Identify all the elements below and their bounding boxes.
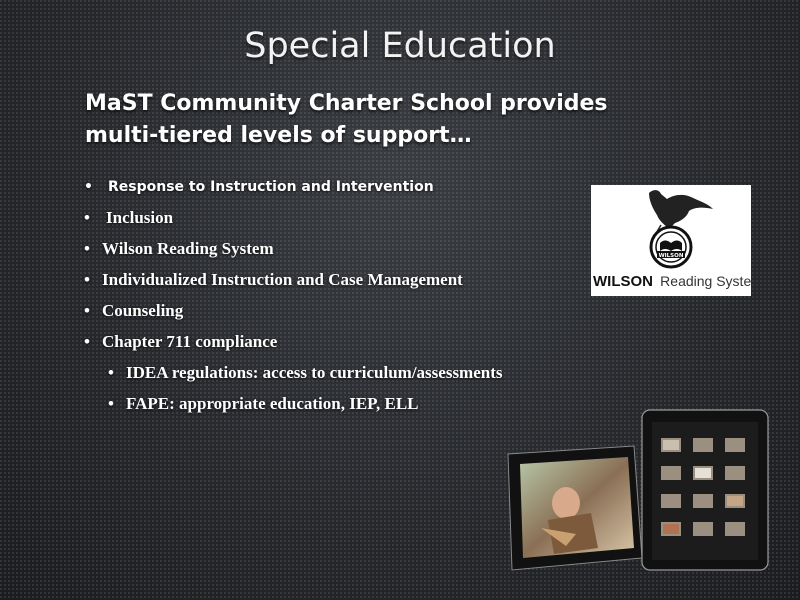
bullet-item: • Individualized Instruction and Case Ma… [84, 269, 503, 300]
logo-suffix: Reading System [660, 273, 751, 289]
slide-title: Special Education [244, 26, 556, 66]
bullet-text: Response to Instruction and Intervention [108, 179, 434, 195]
bullet-text: Chapter 711 compliance [102, 332, 278, 351]
bullet-dot: • [108, 394, 114, 413]
wilson-logo: WILSON WILSON Reading System ® [591, 185, 751, 296]
bullet-list: • Response to Instruction and Interventi… [84, 176, 503, 424]
bullet-dot: • [84, 179, 93, 195]
bullet-text: Individualized Instruction and Case Mana… [102, 270, 463, 289]
logo-brand: WILSON [593, 273, 653, 290]
wilson-logo-graphic: WILSON WILSON Reading System ® [593, 190, 751, 290]
bullet-item: • Inclusion [84, 207, 503, 238]
bullet-dot: • [84, 239, 90, 258]
bullet-text: IDEA regulations: access to curriculum/a… [126, 363, 503, 382]
bullet-dot: • [84, 208, 90, 227]
bullet-text: Counseling [102, 301, 184, 320]
bullet-dot: • [84, 270, 90, 289]
bullet-dot: • [84, 332, 90, 351]
badge-text: WILSON [659, 253, 684, 259]
subtitle-line-1: MaST Community Charter School provides [85, 91, 608, 116]
bullet-text: FAPE: appropriate education, IEP, ELL [126, 394, 419, 413]
logo-wordmark: WILSON Reading System ® [593, 273, 751, 290]
ipad-devices-image [506, 408, 774, 578]
book-badge-icon: WILSON [649, 225, 693, 269]
sub-bullet-item: • IDEA regulations: access to curriculum… [84, 362, 503, 393]
bullet-item: • Response to Instruction and Interventi… [84, 176, 503, 207]
bullet-dot: • [84, 301, 90, 320]
bullet-text: Inclusion [106, 208, 174, 227]
bullet-item: • Counseling [84, 300, 503, 331]
ipad-landscape [507, 445, 643, 571]
slide-subtitle: MaST Community Charter School provides m… [85, 88, 625, 152]
bullet-dot: • [108, 363, 114, 382]
sub-bullet-item: • FAPE: appropriate education, IEP, ELL [84, 393, 503, 424]
subtitle-line-2: multi-tiered levels of support… [85, 123, 472, 148]
ipad-portrait [641, 409, 769, 571]
bullet-item: • Wilson Reading System [84, 238, 503, 269]
bullet-text: Wilson Reading System [102, 239, 274, 258]
bullet-item: • Chapter 711 compliance [84, 331, 503, 362]
